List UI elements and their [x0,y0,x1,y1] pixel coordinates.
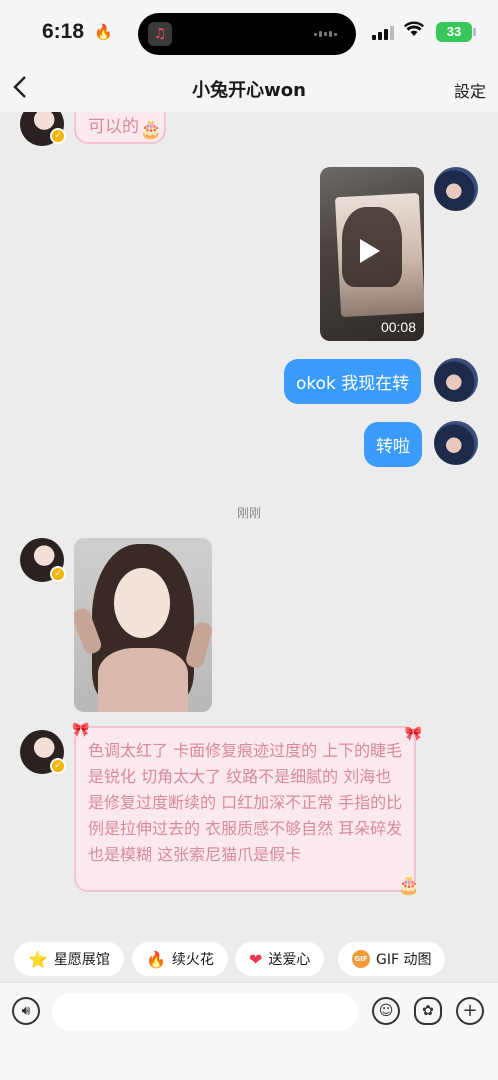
message-text: 色调太红了 卡面修复痕迹过度的 上下的睫毛是锐化 切角太大了 纹路不是细腻的 刘… [88,741,403,864]
photo-figure-face [114,568,170,638]
verified-badge-icon: ✓ [50,758,66,774]
chat-header: 小兔开心won 設定 [0,66,498,112]
voice-icon: 🔊︎ [21,1003,31,1019]
sticker-button[interactable]: ✿ [414,997,442,1025]
verified-badge-icon: ✓ [50,128,66,144]
message-list[interactable]: ✓ 可以的 🎂 00:08 okok 我现在转 转啦 刚刚 ✓ ✓ 🎀 🎀 色调… [0,112,498,938]
status-bar: 6:18 🔥 ♫ 33 [0,0,498,66]
quick-action-send-heart[interactable]: ❤ 送爱心 [235,942,325,976]
smiley-icon: ☺︎ [378,1003,394,1019]
sent-message-bubble[interactable]: okok 我现在转 [284,359,422,404]
voice-input-button[interactable]: 🔊︎ [12,997,40,1025]
star-icon: ⭐ [28,949,48,969]
wifi-icon [404,18,424,42]
quick-action-star-museum[interactable]: ⭐ 星愿展馆 [14,942,124,976]
sent-message-bubble[interactable]: 转啦 [364,422,422,467]
message-input-bar: 🔊︎ ☺︎ ✿ + [0,982,498,1080]
emoji-button[interactable]: ☺︎ [372,997,400,1025]
chat-title: 小兔开心won [192,80,306,101]
quick-action-spark[interactable]: 🔥 续火花 [132,942,228,976]
received-message-bubble[interactable]: 可以的 🎂 [74,112,166,144]
received-message-bubble[interactable]: 🎀 🎀 色调太红了 卡面修复痕迹过度的 上下的睫毛是锐化 切角太大了 纹路不是细… [72,722,422,896]
message-input[interactable] [52,993,358,1031]
chip-label: GIF 动图 [376,952,432,968]
cake-sticker-icon: 🎂 [139,119,162,140]
sticker-icon: ✿ [422,1003,434,1019]
dynamic-island: ♫ [138,13,356,55]
my-avatar[interactable] [434,358,478,402]
battery-indicator: 33 [436,22,476,42]
cellular-signal-icon [372,26,394,40]
add-attachment-button[interactable]: + [456,997,484,1025]
message-text: 可以的 [88,117,139,137]
hotspot-icon: 🔥 [94,23,113,41]
sent-video-message[interactable]: 00:08 [320,167,424,341]
chip-label: 续火花 [171,952,214,968]
music-app-icon: ♫ [148,22,172,46]
settings-button[interactable]: 設定 [454,78,486,102]
bow-decoration-icon: 🎀 [72,722,90,738]
quick-actions-bar: ⭐ 星愿展馆 🔥 续火花 ❤ 送爱心 GIF GIF 动图 [0,938,498,982]
bow-decoration-icon: 🎀 [404,726,422,742]
fire-icon: 🔥 [146,949,166,969]
quick-action-gif[interactable]: GIF GIF 动图 [338,942,446,976]
photo-figure-body [98,648,188,712]
my-avatar[interactable] [434,421,478,465]
status-time: 6:18 [42,20,85,43]
plus-icon: + [462,1000,478,1021]
message-timestamp: 刚刚 [236,506,261,520]
play-icon[interactable] [360,239,380,263]
cake-sticker-icon: 🎂 [397,875,420,896]
received-photo-message[interactable] [74,538,212,712]
heart-icon: ❤ [249,949,263,969]
audio-wave-icon [314,31,340,37]
chip-label: 送爱心 [268,952,311,968]
verified-badge-icon: ✓ [50,566,66,582]
gif-icon: GIF [352,950,370,968]
chip-label: 星愿展馆 [53,952,110,968]
video-duration: 00:08 [380,319,416,335]
my-avatar[interactable] [434,167,478,211]
